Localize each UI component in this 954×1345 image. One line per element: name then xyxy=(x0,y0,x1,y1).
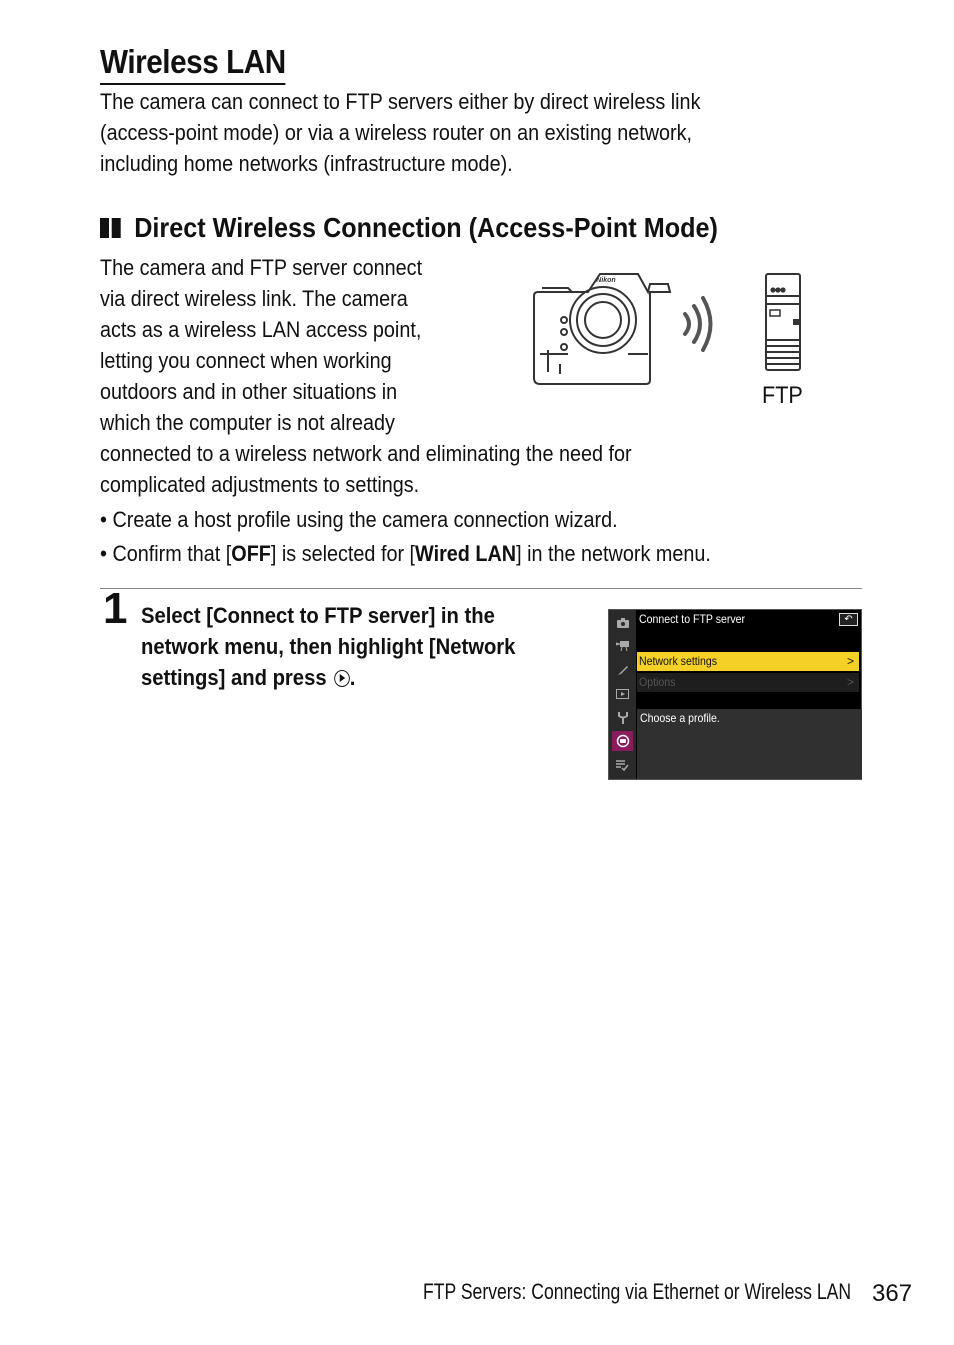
screen-title: Connect to FTP server xyxy=(639,612,746,626)
intro-line: (access-point mode) or via a wireless ro… xyxy=(100,120,693,145)
ftp-label: FTP xyxy=(762,382,803,409)
help-text: Choose a profile. xyxy=(640,711,720,725)
page-number: 367 xyxy=(872,1280,913,1307)
movie-recording-icon[interactable] xyxy=(612,636,633,656)
option-wired-lan: Wired LAN xyxy=(415,541,517,566)
bullet-item: Confirm that [OFF] is selected for [Wire… xyxy=(100,537,711,571)
menu-item-network-settings[interactable]: Network settings > xyxy=(637,652,859,671)
playback-icon[interactable] xyxy=(612,684,633,704)
step-line: settings] and press . xyxy=(141,662,515,693)
ftp-server-icon xyxy=(765,273,801,371)
footer-section-title: FTP Servers: Connecting via Ethernet or … xyxy=(423,1279,852,1304)
page-title: Wireless LAN xyxy=(100,42,286,85)
intro-line: The camera can connect to FTP servers ei… xyxy=(100,89,701,114)
step-instruction: Select [Connect to FTP server] in the ne… xyxy=(141,600,515,693)
menu-item-label: Options xyxy=(639,675,676,689)
camera-icon: Nikon xyxy=(533,273,672,385)
bullet-text: ] in the network menu. xyxy=(516,541,711,566)
option-off: OFF xyxy=(231,541,271,566)
camera-brand-text: Nikon xyxy=(596,277,615,284)
bullet-item: Create a host profile using the camera c… xyxy=(100,503,711,537)
photo-shooting-icon[interactable] xyxy=(612,613,633,633)
custom-settings-icon[interactable] xyxy=(612,660,633,680)
menu-item-label: Network settings xyxy=(639,654,718,668)
step-end: . xyxy=(349,665,356,690)
step-line: Select [Connect to FTP server] in the xyxy=(141,603,495,628)
camera-menu-screen: Connect to FTP server ↶ Network settings… xyxy=(608,609,862,780)
chevron-right-icon: > xyxy=(846,654,854,668)
setup-icon[interactable] xyxy=(612,708,633,728)
help-area: Choose a profile. xyxy=(637,709,862,779)
section-marker-icon xyxy=(100,218,122,238)
intro-paragraph: The camera can connect to FTP servers ei… xyxy=(100,86,700,179)
wireless-signal-icon xyxy=(683,296,713,352)
body-line: connected to a wireless network and elim… xyxy=(100,441,632,466)
prerequisite-list: Create a host profile using the camera c… xyxy=(100,503,711,571)
step-line-text: settings] and press xyxy=(141,665,327,690)
divider xyxy=(100,588,862,589)
network-icon[interactable] xyxy=(612,731,633,751)
menu-sidebar xyxy=(609,610,636,779)
step-line: network menu, then highlight [Network xyxy=(141,634,516,659)
menu-item-options[interactable]: Options > xyxy=(637,673,859,692)
multi-selector-right-icon xyxy=(334,670,350,687)
my-menu-icon[interactable] xyxy=(612,755,633,775)
bullet-text: ] is selected for [ xyxy=(270,541,416,566)
back-icon[interactable]: ↶ xyxy=(839,613,858,626)
body-line: complicated adjustments to settings. xyxy=(100,472,420,497)
step-number: 1 xyxy=(103,584,128,633)
bullet-text: Confirm that [ xyxy=(112,541,232,566)
chevron-right-icon: > xyxy=(846,675,854,689)
section-heading-text: Direct Wireless Connection (Access-Point… xyxy=(134,212,718,243)
intro-line: including home networks (infrastructure … xyxy=(100,151,513,176)
section-heading: Direct Wireless Connection (Access-Point… xyxy=(100,210,718,246)
